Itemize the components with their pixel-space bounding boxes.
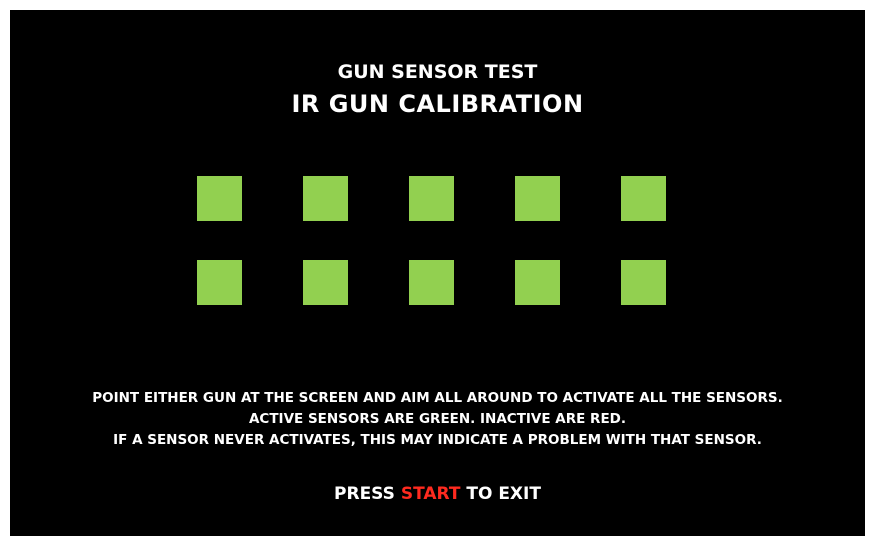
screen-subtitle: GUN SENSOR TEST <box>337 61 538 83</box>
exit-prompt-after: TO EXIT <box>460 484 541 504</box>
calibration-screen: GUN SENSOR TEST IR GUN CALIBRATION POINT… <box>10 10 865 536</box>
instruction-line-2: ACTIVE SENSORS ARE GREEN. INACTIVE ARE R… <box>248 411 627 427</box>
screen-title: IR GUN CALIBRATION <box>291 90 584 118</box>
sensor-6 <box>197 260 242 305</box>
sensor-5 <box>621 176 666 221</box>
sensor-2 <box>303 176 348 221</box>
sensor-4 <box>515 176 560 221</box>
instruction-line-1: POINT EITHER GUN AT THE SCREEN AND AIM A… <box>92 390 783 406</box>
sensor-7 <box>303 260 348 305</box>
sensor-1 <box>197 176 242 221</box>
sensor-8 <box>409 260 454 305</box>
instructions: POINT EITHER GUN AT THE SCREEN AND AIM A… <box>10 388 865 451</box>
instruction-line-3: IF A SENSOR NEVER ACTIVATES, THIS MAY IN… <box>113 432 762 448</box>
exit-prompt: PRESS START TO EXIT <box>10 484 865 504</box>
start-key-label: START <box>400 484 461 504</box>
sensor-grid <box>197 176 667 306</box>
sensor-9 <box>515 260 560 305</box>
sensor-10 <box>621 260 666 305</box>
exit-prompt-before: PRESS <box>334 484 401 504</box>
sensor-3 <box>409 176 454 221</box>
